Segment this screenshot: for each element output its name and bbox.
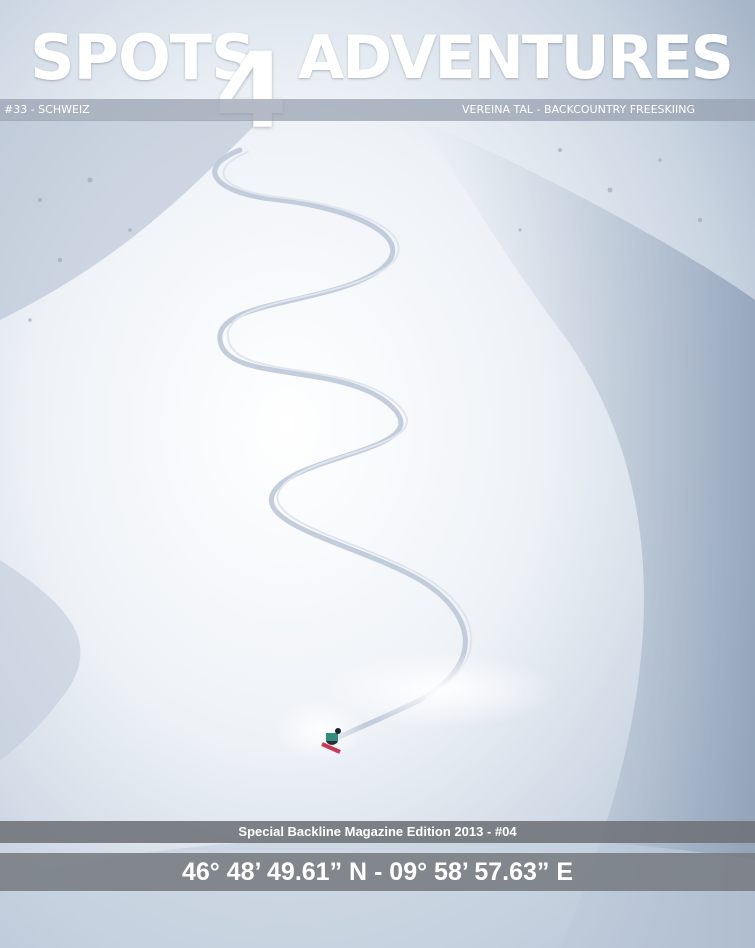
subject-label: VEREINA TAL - BACKCOUNTRY FREESKIING [461, 103, 695, 116]
issue-label: #33 - SCHWEIZ [4, 103, 90, 116]
gps-coordinates: 46° 48’ 49.61” N - 09° 58’ 57.63” E [181, 858, 574, 886]
edition-label: Special Backline Magazine Edition 2013 -… [238, 824, 517, 839]
cover-photo [0, 0, 755, 948]
coordinates-bar: 46° 48’ 49.61” N - 09° 58’ 57.63” E [0, 853, 755, 891]
edition-bar: Special Backline Magazine Edition 2013 -… [0, 821, 755, 843]
magazine-cover: SPOTS 4 ADVENTURES #33 - SCHWEIZ VEREINA… [0, 0, 755, 948]
masthead-title-right: ADVENTURES [298, 23, 734, 93]
issue-info-bar: #33 - SCHWEIZ VEREINA TAL - BACKCOUNTRY … [0, 99, 755, 121]
masthead-number: 4 [215, 30, 288, 152]
